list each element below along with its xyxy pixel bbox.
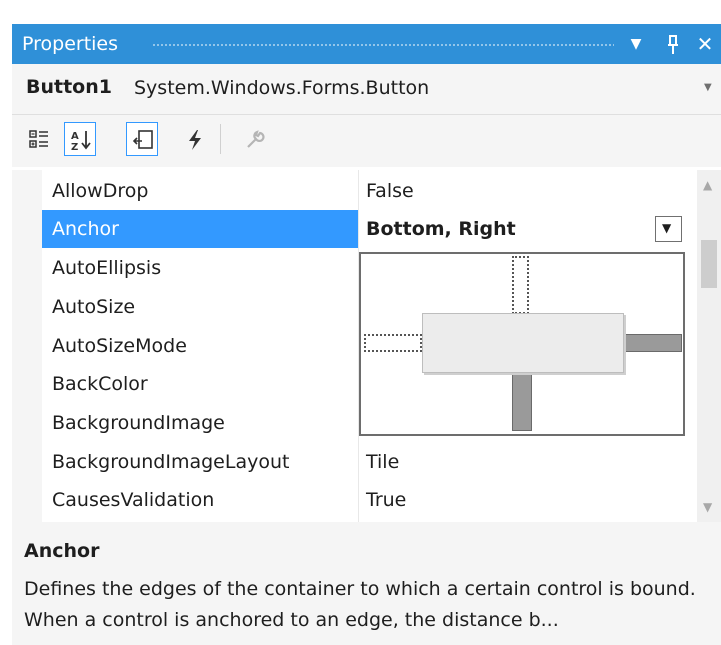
property-row[interactable]: BackgroundImageLayout Tile — [42, 443, 697, 481]
scroll-thumb[interactable] — [701, 240, 717, 288]
property-row[interactable]: CausesValidation True — [42, 481, 697, 519]
object-name: Button1 — [26, 76, 112, 98]
property-value[interactable]: True — [366, 487, 406, 513]
events-icon — [189, 130, 201, 150]
property-name: BackColor — [52, 373, 148, 395]
chevron-down-icon[interactable]: ▼ — [625, 30, 647, 58]
pin-icon[interactable] — [662, 30, 684, 63]
toolbar — [12, 115, 721, 167]
alphabetical-button[interactable]: A Z — [64, 122, 96, 156]
description-title: Anchor — [24, 540, 100, 562]
scroll-up-icon[interactable]: ▲ — [703, 178, 712, 192]
properties-button[interactable] — [126, 122, 158, 156]
description-text: Defines the edges of the container to wh… — [24, 578, 696, 631]
property-name: CausesValidation — [52, 489, 215, 511]
categorized-icon — [29, 130, 48, 148]
anchor-control-preview — [422, 313, 624, 373]
categorized-button[interactable] — [22, 122, 54, 156]
toolbar-separator — [220, 124, 221, 154]
anchor-left-toggle[interactable] — [364, 334, 422, 352]
property-name: AutoEllipsis — [52, 257, 162, 279]
object-type: System.Windows.Forms.Button — [134, 77, 430, 99]
property-value[interactable]: False — [366, 178, 414, 204]
property-row[interactable]: AllowDrop False — [42, 172, 697, 210]
property-name: AutoSize — [52, 296, 136, 318]
anchor-bottom-toggle[interactable] — [512, 373, 532, 431]
object-dropdown-icon[interactable]: ▼ — [704, 82, 712, 93]
property-name: Anchor — [52, 218, 119, 240]
property-value[interactable]: Tile — [366, 449, 399, 475]
anchor-top-toggle[interactable] — [512, 256, 529, 314]
vertical-scrollbar[interactable] — [697, 170, 721, 522]
chevron-down-icon: ▼ — [662, 221, 672, 235]
property-value[interactable]: Bottom, Right — [366, 216, 516, 242]
alphabetical-icon: A Z — [71, 131, 91, 152]
value-dropdown-button[interactable]: ▼ — [655, 216, 682, 242]
scroll-down-icon[interactable]: ▼ — [703, 500, 712, 514]
property-pages-button[interactable] — [238, 122, 270, 156]
svg-text:Z: Z — [71, 142, 78, 152]
title-grip[interactable] — [152, 43, 614, 48]
grid-margin — [12, 170, 42, 522]
svg-text:A: A — [71, 131, 79, 142]
properties-icon — [132, 130, 153, 149]
property-row-selected[interactable]: Anchor Bottom, Right — [42, 210, 697, 248]
property-pages-icon — [247, 130, 265, 148]
property-name: BackgroundImageLayout — [52, 451, 290, 473]
property-name: AllowDrop — [52, 180, 149, 202]
property-name: AutoSizeMode — [52, 335, 187, 357]
close-icon[interactable]: ✕ — [694, 30, 716, 58]
property-name: BackgroundImage — [52, 412, 225, 434]
events-button[interactable] — [178, 122, 210, 156]
anchor-right-toggle[interactable] — [624, 334, 682, 352]
window-title: Properties — [22, 33, 119, 55]
